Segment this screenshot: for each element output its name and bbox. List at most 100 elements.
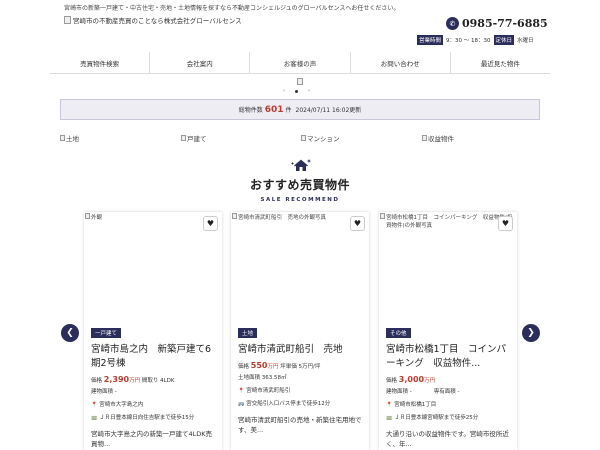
image-icon	[232, 213, 237, 219]
carousel-next-button[interactable]: ❯	[522, 324, 540, 342]
price-label: 価格	[238, 364, 250, 370]
property-title[interactable]: 宮崎市松橋1丁目 コインパーキング 収益物件...	[386, 343, 512, 371]
house-sparkle-icon	[291, 159, 311, 171]
heart-icon: ♥	[501, 219, 510, 228]
logo-image-icon	[64, 16, 71, 24]
property-title[interactable]: 宮崎市清武町船引 売地	[238, 343, 364, 357]
hero-slider-image	[297, 78, 303, 85]
map-pin-icon: 📍	[238, 388, 245, 394]
category-house[interactable]: 戸建て	[181, 133, 207, 143]
phone-number: 0985-77-6885	[462, 17, 548, 30]
slider-next-button[interactable]: ›	[308, 88, 310, 94]
property-image: 外観	[84, 212, 222, 312]
carousel-prev-button[interactable]: ❮	[61, 324, 79, 342]
property-address: 📍 宮崎市清武町船引	[238, 387, 364, 396]
property-card[interactable]: 宮崎市松橋1丁目 コインパーキング 収益物件(投資物件)の外観写真 ♥ その他 …	[379, 212, 517, 450]
holiday-value: 水曜日	[517, 38, 534, 44]
favorite-button[interactable]: ♥	[498, 216, 513, 231]
property-image: 宮崎市松橋1丁目 コインパーキング 収益物件(投資物件)の外観写真	[379, 212, 517, 312]
map-pin-icon: 📍	[386, 402, 393, 408]
phone-contact[interactable]: ✆ 0985-77-6885	[446, 17, 548, 30]
property-spec: 建物面積 -	[91, 389, 117, 395]
map-pin-icon: 📍	[91, 402, 98, 408]
property-image-alt: 外観	[91, 215, 103, 221]
property-price: 価格 3,000万円	[386, 375, 512, 384]
price-unit: 万円	[424, 378, 436, 384]
property-address: 📍 宮崎市松橋1丁目	[386, 401, 512, 410]
nav-item-recent[interactable]: 最近見た物件	[449, 52, 550, 73]
image-icon	[181, 135, 186, 141]
section-subtitle: SALE RECOMMEND	[260, 197, 340, 203]
property-description: 宮崎市清武町船引の売地・新築住宅用地です、美...	[238, 416, 362, 434]
favorite-button[interactable]: ♥	[350, 216, 365, 231]
category-land[interactable]: 土地	[60, 133, 79, 143]
counter-count: 601	[264, 104, 284, 115]
counter-updated: 2024/07/11 16:02更新	[295, 107, 362, 114]
image-icon	[422, 135, 427, 141]
price-unit: 万円	[267, 364, 279, 370]
property-access: 🚃 ＪＲ日豊本線日向住吉駅まで徒歩15分	[91, 414, 217, 423]
address-text: 宮崎市清武町船引	[246, 388, 291, 394]
nav-item-voices[interactable]: お客様の声	[249, 52, 349, 73]
property-image-alt: 宮崎市松橋1丁目 コインパーキング 収益物件(投資物件)の外観写真	[386, 215, 513, 229]
access-text: 宮交船引入口バス停まで徒歩12分	[246, 401, 331, 407]
category-mansion[interactable]: マンション	[301, 133, 340, 143]
holiday-label: 定休日	[493, 35, 515, 45]
slider-prev-button[interactable]: ‹	[283, 88, 285, 94]
chevron-left-icon: ❮	[66, 328, 74, 338]
price-label: 価格	[91, 378, 103, 384]
price-extra: 間取り 4LDK	[141, 378, 175, 384]
heart-icon: ♥	[206, 219, 215, 228]
property-description: 宮崎市大字島之内の新築一戸建て4LDK売買物...	[91, 430, 213, 448]
slider-dot[interactable]	[295, 89, 298, 93]
property-card[interactable]: 宮崎市清武町船引 売地の外観写真 ♥ 土地 宮崎市清武町船引 売地 価格 550…	[231, 212, 369, 450]
property-price: 価格 550万円 坪単価 5万円/坪	[238, 361, 364, 370]
property-card-body: 一戸建て 宮崎市島之内 新築戸建て6期2号棟 価格 2,390万円 間取り 4L…	[91, 320, 217, 449]
hours-label: 営業時間	[417, 35, 444, 45]
property-address: 📍 宮崎市大字島之内	[91, 401, 217, 410]
property-type-badge: 一戸建て	[91, 328, 122, 338]
logo-alt-text: 宮崎市の不動産売買のことなら株式会社グローバルセンス	[73, 17, 242, 25]
price-value: 2,390	[103, 375, 130, 384]
property-access: 🚃 ＪＲ日豊本線宮崎駅まで徒歩25分	[386, 414, 512, 423]
property-image-alt: 宮崎市清武町船引 売地の外観写真	[238, 215, 327, 221]
company-logo[interactable]: 宮崎市の不動産売買のことなら株式会社グローバルセンス	[64, 15, 242, 25]
access-text: ＪＲ日豊本線日向住吉駅まで徒歩15分	[99, 415, 195, 421]
chevron-right-icon: ❯	[527, 328, 535, 338]
property-type-badge: その他	[386, 328, 411, 338]
price-label: 価格	[386, 378, 398, 384]
access-text: ＪＲ日豊本線宮崎駅まで徒歩25分	[394, 415, 479, 421]
price-extra: 坪単価 5万円/坪	[280, 364, 321, 370]
property-card-body: 土地 宮崎市清武町船引 売地 価格 550万円 坪単価 5万円/坪 土地面積 3…	[238, 320, 364, 435]
category-investment[interactable]: 収益物件	[422, 133, 454, 143]
nav-item-company[interactable]: 会社案内	[149, 52, 249, 73]
property-description: 大通り沿いの収益物件です。宮崎市役所近く、年...	[386, 430, 509, 448]
property-card[interactable]: 外観 ♥ 一戸建て 宮崎市島之内 新築戸建て6期2号棟 価格 2,390万円 間…	[84, 212, 222, 450]
nav-item-contact[interactable]: お問い合わせ	[349, 52, 450, 73]
property-card-body: その他 宮崎市松橋1丁目 コインパーキング 収益物件... 価格 3,000万円…	[386, 320, 512, 449]
business-hours: 営業時間 9：30 ～ 18：30 定休日 水曜日	[417, 35, 537, 45]
favorite-button[interactable]: ♥	[203, 216, 218, 231]
category-label: 戸建て	[187, 135, 207, 143]
property-title[interactable]: 宮崎市島之内 新築戸建て6期2号棟	[91, 343, 217, 371]
image-icon	[380, 213, 385, 219]
phone-icon: ✆	[446, 17, 459, 30]
nav-item-search[interactable]: 売買物件検索	[50, 52, 149, 73]
main-nav: 売買物件検索 会社案内 お客様の声 お問い合わせ 最近見た物件	[50, 52, 550, 74]
counter-unit: 件	[285, 107, 292, 114]
bus-icon: 🚌	[238, 401, 245, 407]
category-label: 土地	[66, 135, 79, 143]
train-icon: 🚃	[91, 415, 98, 421]
header-tagline: 宮崎市の新築一戸建て・中古住宅・売地・土地情報を探すなら不動産コンシェルジュのグ…	[64, 5, 400, 12]
image-icon	[85, 213, 90, 219]
heart-icon: ♥	[353, 219, 362, 228]
property-counter: 総物件数 601 件 2024/07/11 16:02更新	[60, 99, 540, 120]
slider-controls: ‹ ›	[283, 88, 310, 94]
image-icon	[301, 135, 306, 141]
property-spec: 土地面積 363.58㎡	[238, 375, 287, 381]
address-text: 宮崎市松橋1丁目	[394, 402, 437, 408]
property-image: 宮崎市清武町船引 売地の外観写真	[231, 212, 369, 312]
category-label: マンション	[307, 135, 340, 143]
category-label: 収益物件	[428, 135, 454, 143]
image-icon	[60, 135, 65, 141]
